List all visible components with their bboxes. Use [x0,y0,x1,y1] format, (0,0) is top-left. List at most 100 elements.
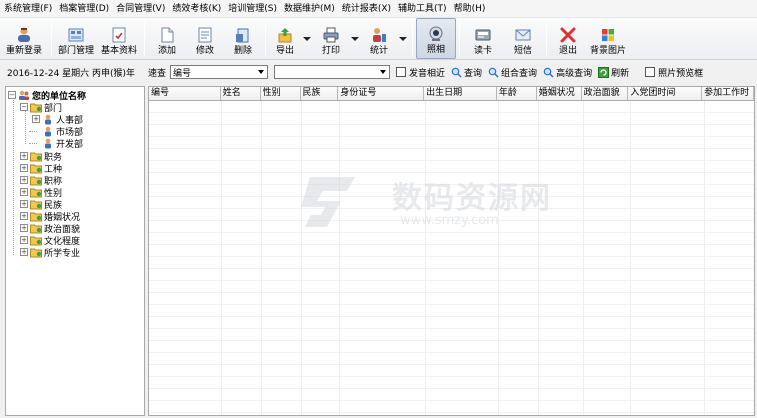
expand-toggle[interactable]: + [20,212,28,220]
expand-toggle[interactable]: + [20,236,28,244]
stats-dropdown-arrow[interactable] [397,18,409,59]
card-reader-button[interactable]: 读卡 [463,18,503,59]
column-header-political[interactable]: 政治面貌 [582,87,629,100]
menu-system[interactable]: 系统管理(F) [0,0,55,18]
print-button[interactable]: 打印 [313,18,349,59]
edit-button[interactable]: 修改 [186,18,224,59]
column-header-work-start[interactable]: 参加工作时 [702,87,754,100]
menu-help[interactable]: 帮助(H) [450,0,489,18]
expand-toggle[interactable]: + [20,248,28,256]
watermark-text: 数码资源网 [392,181,552,216]
grid-header: 编号 姓名 性别 民族 身份证号 出生日期 年龄 婚姻状况 政治面貌 入党团时间… [149,87,754,101]
export-dropdown-arrow[interactable] [301,18,313,59]
folder-icon [30,188,42,197]
photo-button[interactable]: 照相 [416,18,456,59]
grid-column-line [425,101,426,415]
column-header-birth-date[interactable]: 出生日期 [424,87,497,100]
background-image-button[interactable]: 背景图片 [586,18,630,59]
tree-node-department[interactable]: − 部门 [20,101,62,114]
column-header-party-date[interactable]: 入党团时间 [628,87,703,100]
card-reader-icon [474,26,492,44]
menu-contract[interactable]: 合同管理(V) [112,0,168,18]
tree-node-position[interactable]: + 职务 [20,150,62,163]
column-header-marital[interactable]: 婚姻状况 [537,87,582,100]
menu-training[interactable]: 培训管理(S) [224,0,280,18]
expand-toggle[interactable]: + [20,176,28,184]
grid-column-line [261,101,262,415]
basic-info-button[interactable]: 基本资料 [97,18,141,59]
column-header-name[interactable]: 姓名 [221,87,261,100]
grid-column-line [301,101,302,415]
tree-node-ethnicity[interactable]: + 民族 [20,198,62,211]
edit-document-icon [196,26,214,44]
phonetic-checkbox-item[interactable]: 发音相近 [396,66,445,79]
sms-button[interactable]: 短信 [503,18,543,59]
date-display: 2016-12-24 星期六 丙申(猴)年 [7,68,136,79]
column-header-id-number[interactable]: 身份证号 [338,87,425,100]
expand-toggle[interactable]: + [20,188,28,196]
expand-toggle[interactable]: + [20,224,28,232]
menu-data-maintenance[interactable]: 数据维护(M) [280,0,338,18]
relogin-button[interactable]: 重新登录 [0,18,48,59]
tree-node-political[interactable]: + 政治面貌 [20,222,80,235]
grid-body[interactable] [149,101,754,415]
advanced-query-button[interactable]: 高级查询 [543,66,592,79]
menu-reports[interactable]: 统计报表(X) [338,0,394,18]
column-header-age[interactable]: 年龄 [497,87,537,100]
value-select[interactable] [274,65,391,79]
tree-node-dept-1[interactable]: 市场部 [42,125,83,138]
tree-node-title[interactable]: + 职称 [20,174,62,187]
stats-button[interactable]: 统计 [361,18,397,59]
tree-node-dept-0[interactable]: + 人事部 [32,113,83,126]
tree-root[interactable]: − 您的单位名称 [8,89,86,102]
toolbar: 重新登录 部门管理 基本资料 添加 修改 删除 导出 打印 统计 照相 读卡 短… [0,18,757,60]
toolbar-separator [546,21,547,56]
collapse-toggle[interactable]: − [20,103,28,111]
person-icon [45,138,51,148]
tree-node-dept-2[interactable]: 开发部 [42,137,83,150]
expand-toggle[interactable]: + [32,115,40,123]
query-button[interactable]: 查询 [451,66,482,79]
print-dropdown-arrow[interactable] [349,18,361,59]
photo-preview-checkbox-item[interactable]: 照片预览框 [645,66,703,79]
export-button[interactable]: 导出 [269,18,301,59]
toolbar-separator [412,21,413,56]
exit-button[interactable]: 退出 [550,18,586,59]
tree-node-gender[interactable]: + 性别 [20,186,62,199]
tree-node-education[interactable]: + 文化程度 [20,234,80,247]
expand-toggle[interactable]: + [20,200,28,208]
person-icon [45,126,51,136]
employee-grid[interactable]: 编号 姓名 性别 民族 身份证号 出生日期 年龄 婚姻状况 政治面貌 入党团时间… [148,86,755,416]
watermark-logo-icon [301,177,355,227]
collapse-toggle[interactable]: − [8,91,16,99]
grid-column-line [339,101,340,415]
dept-manage-button[interactable]: 部门管理 [55,18,97,59]
add-button[interactable]: 添加 [148,18,186,59]
chevron-down-icon [303,36,311,41]
tree-node-job-type[interactable]: + 工种 [20,162,62,175]
grid-column-line [221,101,222,415]
photo-preview-checkbox[interactable] [645,67,656,77]
category-tree[interactable]: − 您的单位名称 − 部门 + 人事部 市场部 开发部 + 职务 + 工种 + … [5,86,145,416]
refresh-button[interactable]: 刷新 [598,66,629,79]
combo-query-button[interactable]: 组合查询 [488,66,537,79]
toolbar-separator [459,21,460,56]
chevron-down-icon [351,36,359,41]
phonetic-checkbox[interactable] [396,67,407,77]
filter-bar: 2016-12-24 星期六 丙申(猴)年 速查 编号 发音相近 查询 组合查询… [0,61,757,83]
tree-node-marital[interactable]: + 婚姻状况 [20,210,80,223]
column-header-id[interactable]: 编号 [149,87,221,100]
delete-button[interactable]: 删除 [224,18,262,59]
menu-tools[interactable]: 辅助工具(T) [394,0,450,18]
column-header-ethnicity[interactable]: 民族 [301,87,339,100]
folder-icon [30,224,42,233]
expand-toggle[interactable]: + [20,164,28,172]
watermark-url: www.smzy.com [400,213,499,228]
expand-toggle[interactable]: + [20,152,28,160]
menu-performance[interactable]: 绩效考核(K) [168,0,224,18]
menu-archive[interactable]: 档案管理(D) [55,0,112,18]
column-header-gender[interactable]: 性别 [261,87,301,100]
tree-connector [25,110,26,144]
field-select[interactable]: 编号 [170,65,269,79]
tree-node-major[interactable]: + 所学专业 [20,246,80,259]
